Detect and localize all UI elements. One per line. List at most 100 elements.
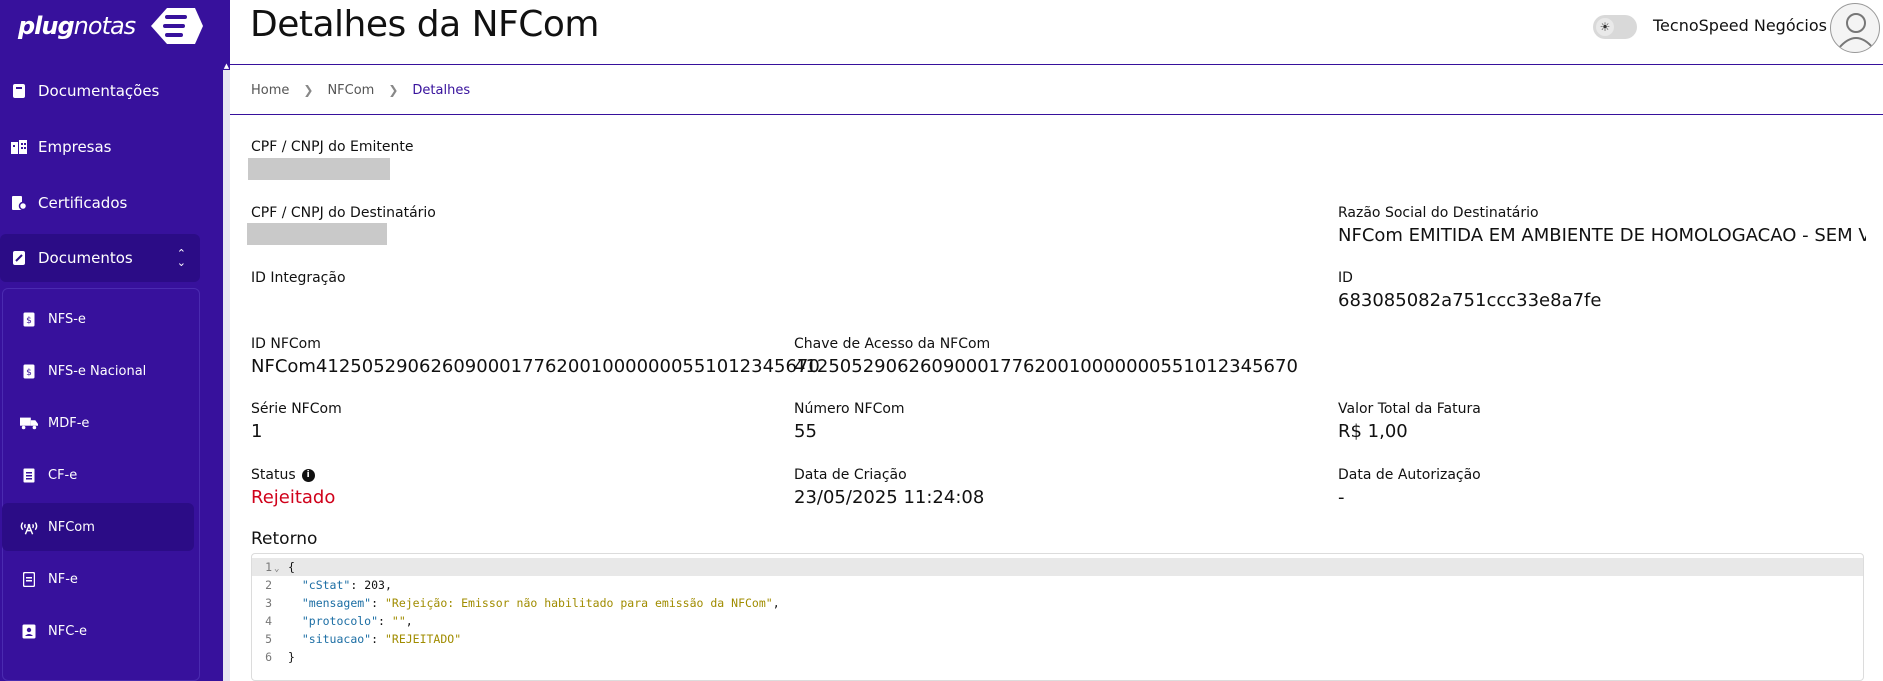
sidebar-item-cfe[interactable]: CF-e bbox=[2, 451, 194, 499]
sidebar-item-label: Certificados bbox=[38, 194, 128, 212]
json-value: "Rejeição: Emissor não habilitado para e… bbox=[384, 596, 773, 610]
line-number: 3 bbox=[265, 596, 272, 610]
status-badge: Rejeitado bbox=[251, 487, 336, 508]
field-label: Chave de Acesso da NFCom bbox=[794, 336, 991, 352]
sidebar-item-label: Empresas bbox=[38, 138, 112, 156]
json-key: "situacao" bbox=[301, 632, 372, 646]
field-label: ID NFCom bbox=[251, 336, 321, 352]
field-numero: Número NFCom 55 bbox=[794, 400, 905, 444]
field-valor-total: Valor Total da Fatura R$ 1,00 bbox=[1338, 400, 1481, 444]
breadcrumb-nfcom[interactable]: NFCom bbox=[327, 83, 374, 98]
sidebar-item-nfce[interactable]: NFC-e bbox=[2, 607, 194, 655]
field-label: Valor Total da Fatura bbox=[1338, 401, 1481, 417]
sidebar-item-documentacoes[interactable]: Documentações bbox=[0, 67, 200, 115]
field-label: CPF / CNPJ do Destinatário bbox=[251, 205, 436, 221]
sidebar-item-documentos[interactable]: Documentos ⌃ ⌄ bbox=[0, 234, 200, 282]
breadcrumb-current: Detalhes bbox=[412, 82, 471, 98]
code-line: 4 "protocolo": "", bbox=[252, 612, 1863, 630]
code-line: 6} bbox=[252, 648, 1863, 666]
field-destinatario: CPF / CNPJ do Destinatário bbox=[251, 204, 436, 222]
theme-toggle[interactable]: ☀ bbox=[1593, 15, 1637, 39]
field-label: Número NFCom bbox=[794, 401, 905, 417]
truck-icon bbox=[20, 414, 38, 432]
field-label: CPF / CNPJ do Emitente bbox=[251, 139, 414, 155]
field-data-autorizacao: Data de Autorização - bbox=[1338, 466, 1481, 510]
sidebar-item-label: NFS-e Nacional bbox=[48, 363, 147, 379]
brand-name-light: notas bbox=[73, 12, 137, 40]
field-value: - bbox=[1338, 487, 1345, 508]
sidebar-item-certificados[interactable]: Certificados bbox=[0, 179, 200, 227]
redacted-destinatario-value bbox=[247, 223, 387, 245]
json-key: "protocolo" bbox=[301, 614, 379, 628]
breadcrumb: Home ❯ NFCom ❯ Detalhes bbox=[230, 66, 1883, 115]
field-id-nfcom: ID NFCom NFCom41250529062609000177620010… bbox=[251, 335, 820, 379]
field-label: ID Integração bbox=[251, 270, 346, 286]
json-key: "mensagem" bbox=[301, 596, 372, 610]
scroll-up-arrow-icon[interactable]: ▲ bbox=[223, 62, 230, 70]
chevron-right-icon: ❯ bbox=[303, 83, 314, 97]
chevron-right-icon: ❯ bbox=[388, 83, 399, 97]
field-value: 4125052906260900017762001000000055101234… bbox=[794, 356, 1298, 377]
sidebar-item-label: NFCom bbox=[48, 519, 95, 535]
redacted-emitente-value bbox=[248, 158, 390, 180]
sun-icon: ☀ bbox=[1596, 18, 1614, 36]
brand-logo[interactable]: plugnotas bbox=[18, 4, 205, 48]
buildings-icon bbox=[10, 138, 28, 156]
field-label: Razão Social do Destinatário bbox=[1338, 205, 1539, 221]
code-line: 5 "situacao": "REJEITADO" bbox=[252, 630, 1863, 648]
field-value: 1 bbox=[251, 421, 263, 442]
field-id-integracao: ID Integração bbox=[251, 269, 346, 287]
company-name[interactable]: TecnoSpeed Negócios bbox=[1653, 16, 1827, 35]
sidebar-item-label: NF-e bbox=[48, 571, 78, 587]
info-icon[interactable]: i bbox=[301, 468, 315, 482]
id-card-icon bbox=[20, 622, 38, 640]
json-value: "" bbox=[391, 614, 406, 628]
sidebar-item-nfse[interactable]: $ NFS-e bbox=[2, 295, 194, 343]
sidebar-item-label: Documentações bbox=[38, 82, 160, 100]
field-value: R$ 1,00 bbox=[1338, 421, 1408, 442]
sidebar-item-nfse-nacional[interactable]: $ NFS-e Nacional bbox=[2, 347, 194, 395]
sidebar-scrollbar[interactable] bbox=[223, 70, 230, 681]
field-label: Status bbox=[251, 467, 296, 483]
field-id: ID 683085082a751ccc33e8a7fe bbox=[1338, 269, 1601, 313]
field-value: 55 bbox=[794, 421, 817, 442]
json-value: 203 bbox=[364, 578, 385, 592]
sidebar-item-empresas[interactable]: Empresas bbox=[0, 123, 200, 171]
documents-icon bbox=[10, 249, 28, 267]
field-value: 23/05/2025 11:24:08 bbox=[794, 487, 985, 508]
code-text: { bbox=[288, 560, 295, 574]
field-value: NFCom EMITIDA EM AMBIENTE DE HOMOLOGACAO… bbox=[1338, 225, 1866, 246]
sidebar-item-nfe[interactable]: NF-e bbox=[2, 555, 194, 603]
cloud-logo-icon bbox=[151, 8, 204, 44]
json-value: "REJEITADO" bbox=[384, 632, 462, 646]
sidebar-item-label: CF-e bbox=[48, 467, 78, 483]
sidebar-item-label: NFC-e bbox=[48, 623, 87, 639]
code-line: 2 "cStat": 203, bbox=[252, 576, 1863, 594]
top-header: Detalhes da NFCom ☀ TecnoSpeed Negócios bbox=[230, 0, 1883, 65]
line-number: 4 bbox=[265, 614, 272, 628]
line-number: 5 bbox=[265, 632, 272, 646]
user-avatar[interactable] bbox=[1830, 3, 1880, 53]
field-value: NFCom41250529062609000177620010000000551… bbox=[251, 356, 820, 377]
field-label: Data de Criação bbox=[794, 467, 907, 483]
field-status: Status i Rejeitado bbox=[251, 466, 335, 510]
code-line: 3 "mensagem": "Rejeição: Emissor não hab… bbox=[252, 594, 1863, 612]
sidebar-item-nfcom[interactable]: NFCom bbox=[2, 503, 194, 551]
field-label: Data de Autorização bbox=[1338, 467, 1481, 483]
sidebar-item-mdfe[interactable]: MDF-e bbox=[2, 399, 194, 447]
line-number: 6 bbox=[265, 650, 272, 664]
svg-text:$: $ bbox=[26, 316, 32, 326]
file-dollar-icon: $ bbox=[20, 310, 38, 328]
field-razao-social: Razão Social do Destinatário NFCom EMITI… bbox=[1338, 204, 1866, 248]
retorno-code-editor[interactable]: 1 ⌄{ 2 "cStat": 203, 3 "mensagem": "Rejei… bbox=[251, 553, 1864, 681]
code-text: } bbox=[288, 650, 295, 664]
user-icon bbox=[1838, 13, 1874, 49]
breadcrumb-home[interactable]: Home bbox=[251, 83, 289, 98]
page-title: Detalhes da NFCom bbox=[250, 4, 599, 45]
json-key: "cStat" bbox=[301, 578, 351, 592]
antenna-icon bbox=[20, 518, 38, 536]
field-label: Série NFCom bbox=[251, 401, 342, 417]
brand-name-bold: plug bbox=[18, 12, 75, 40]
line-number: 2 bbox=[265, 578, 272, 592]
line-number: 1 bbox=[265, 560, 272, 574]
